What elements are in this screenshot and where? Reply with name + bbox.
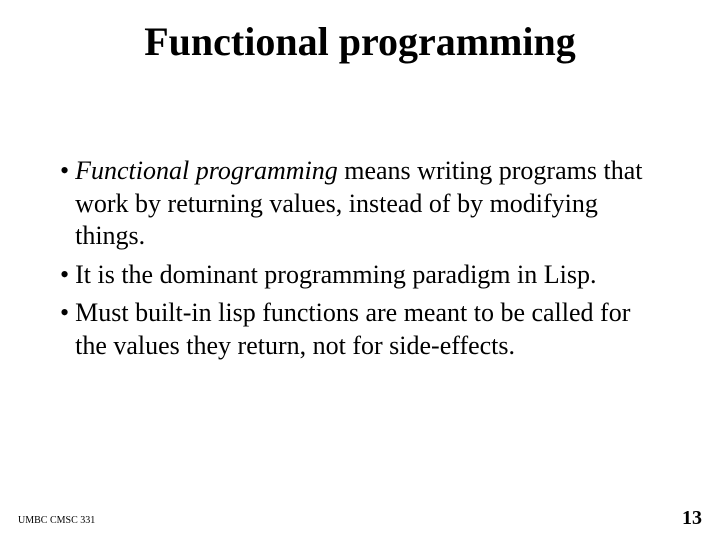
bullet-emphasis: Functional programming [75,156,338,185]
slide-title: Functional programming [0,0,720,65]
page-number: 13 [682,507,702,530]
bullet-item: • Must built-in lisp functions are meant… [60,297,660,362]
bullet-text: Functional programming means writing pro… [75,155,660,253]
bullet-rest: Must built-in lisp functions are meant t… [75,298,630,360]
bullet-rest: It is the dominant programming paradigm … [75,260,596,289]
footer-left: UMBC CMSC 331 [18,515,95,526]
bullet-marker: • [60,297,75,362]
bullet-item: • Functional programming means writing p… [60,155,660,253]
bullet-text: It is the dominant programming paradigm … [75,259,660,292]
bullet-text: Must built-in lisp functions are meant t… [75,297,660,362]
bullet-marker: • [60,155,75,253]
slide: Functional programming • Functional prog… [0,0,720,540]
bullet-item: • It is the dominant programming paradig… [60,259,660,292]
slide-body: • Functional programming means writing p… [0,65,720,362]
bullet-marker: • [60,259,75,292]
